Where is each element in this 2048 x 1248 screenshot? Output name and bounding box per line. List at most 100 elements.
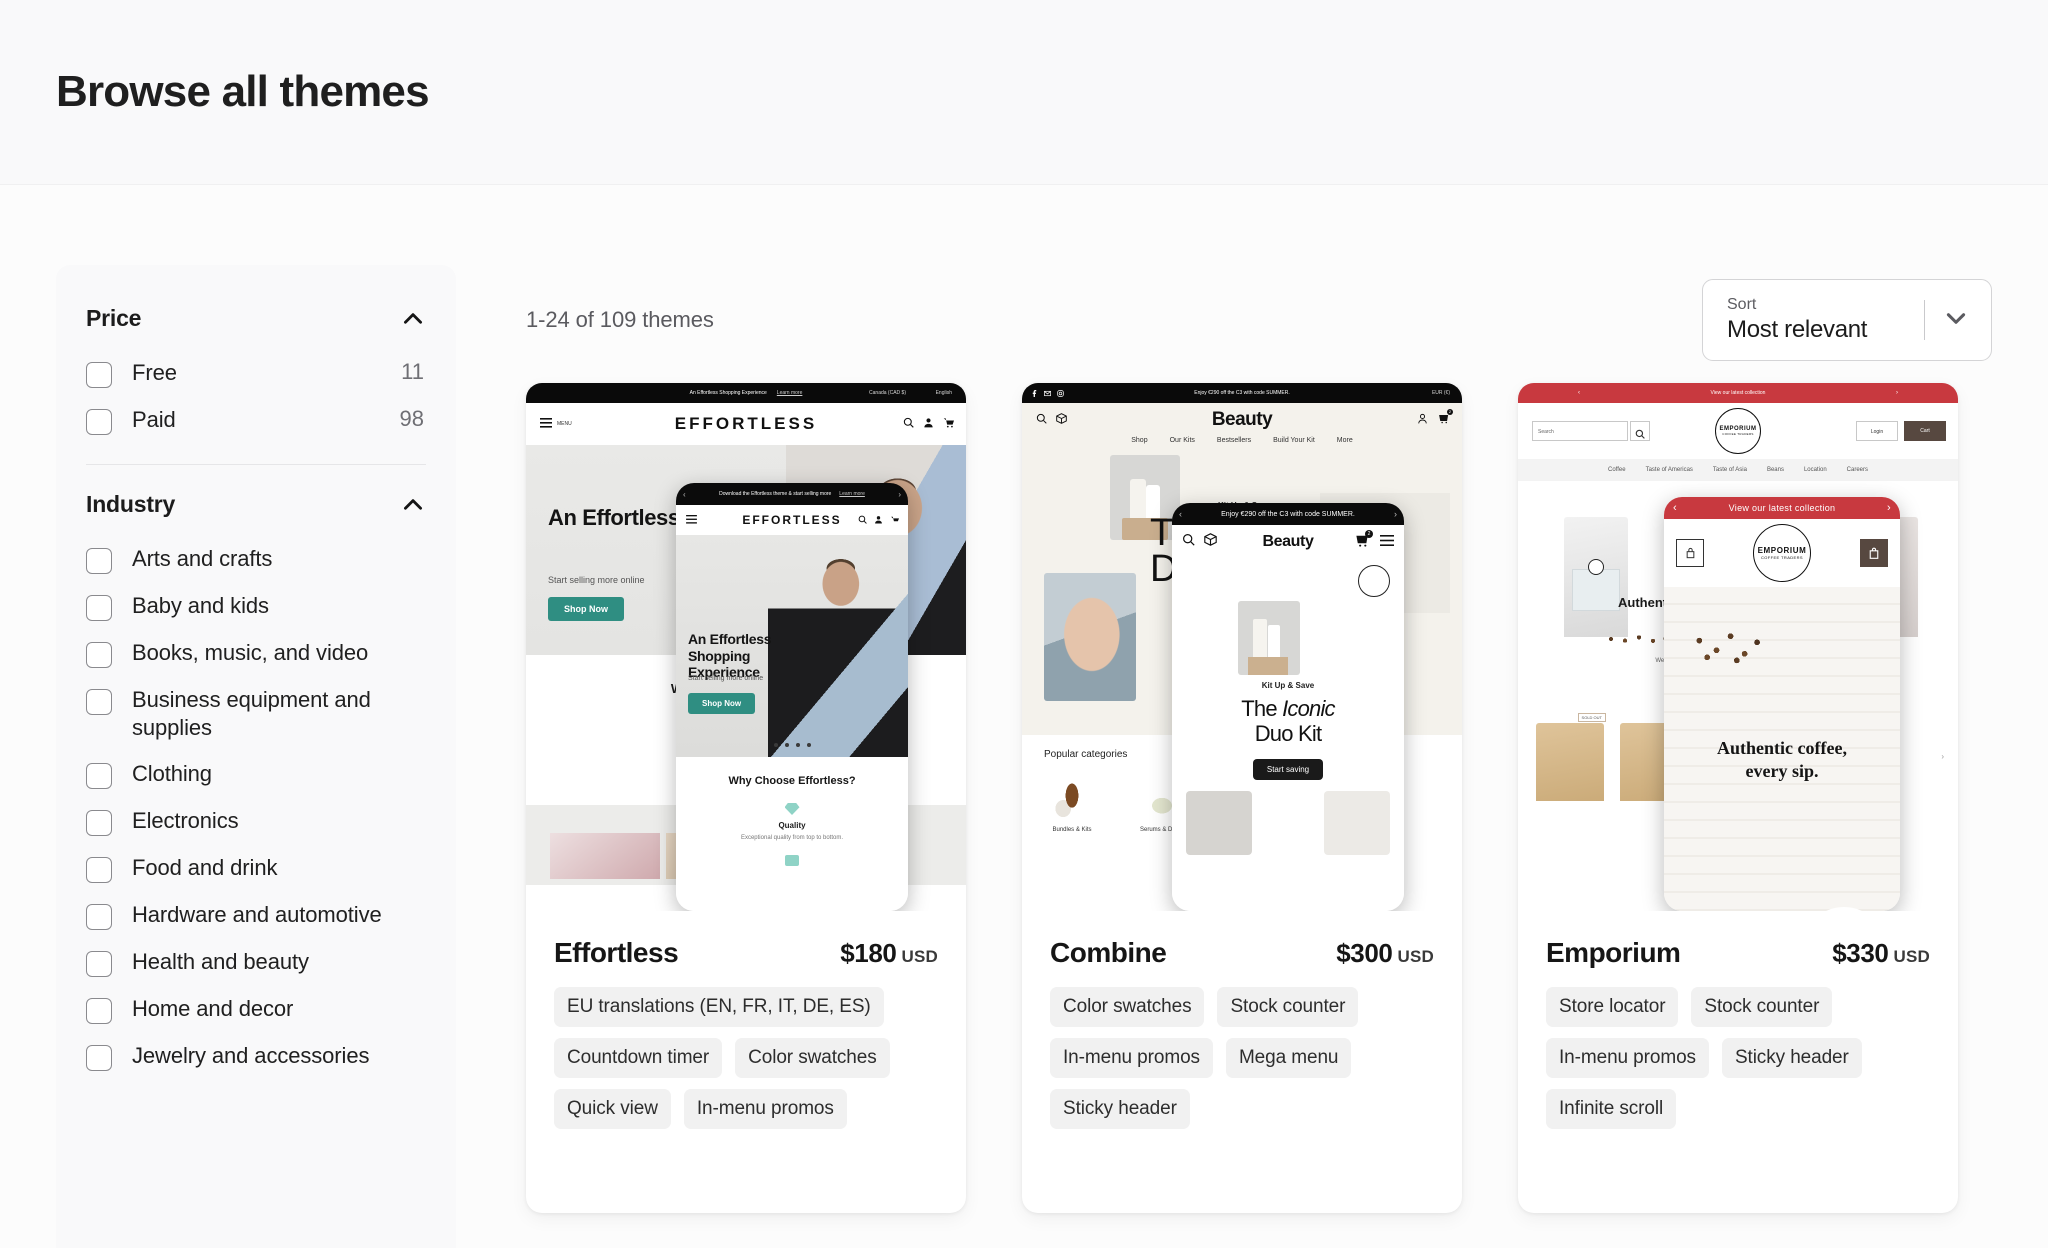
shop-now-button[interactable]: Shop Now [548,597,624,621]
hamburger-icon[interactable] [1380,533,1394,551]
prev-arrow-icon[interactable]: ‹ [1179,509,1182,519]
nav-item[interactable]: Careers [1847,467,1868,473]
checkbox-home-and-decor[interactable] [86,998,112,1025]
filter-option-food-and-drink[interactable]: Food and drink [86,845,426,892]
theme-preview-effortless[interactable]: An Effortless Shopping Experience Learn … [526,383,966,911]
nav-item[interactable]: Build Your Kit [1273,437,1315,444]
feature-chip: Color swatches [1050,987,1205,1027]
nav-item[interactable]: Our Kits [1170,437,1195,444]
sort-select[interactable]: Sort Most relevant [1702,279,1992,361]
search-input[interactable]: Search [1532,421,1628,441]
checkbox-free[interactable] [86,362,112,388]
checkbox-jewelry-and-accessories[interactable] [86,1045,112,1072]
checkbox-baby-and-kids[interactable] [86,595,112,621]
package-icon[interactable] [1204,533,1217,551]
nav-item[interactable]: Taste of Americas [1646,467,1693,473]
search-icon[interactable] [903,415,914,433]
nav-item[interactable]: Bestsellers [1217,437,1251,444]
currency-picker[interactable]: EUR (€) [1432,390,1450,396]
hamburger-icon[interactable] [540,415,552,433]
account-icon[interactable] [874,511,883,529]
checkbox-clothing[interactable] [86,763,112,790]
filter-option-label: Jewelry and accessories [132,1043,370,1069]
email-icon[interactable] [1044,384,1051,402]
next-arrow-icon[interactable]: › [1394,509,1397,519]
search-icon[interactable] [858,511,867,529]
category-item[interactable]: Bundles & Kits [1050,774,1094,833]
mobile-shop-now-button[interactable]: Shop Now [688,693,756,714]
next-arrow-icon[interactable]: › [1887,502,1891,514]
nav-item[interactable]: Location [1804,467,1827,473]
store-logo-title: EMPORIUM [1757,546,1807,555]
nav-item[interactable]: Coffee [1608,467,1626,473]
filter-option-books-music-and-video[interactable]: Books, music, and video [86,630,426,677]
theme-card-combine[interactable]: Enjoy €290 off the C3 with code SUMMER. … [1022,383,1462,1213]
facebook-icon[interactable] [1031,384,1038,402]
feature-chip: EU translations (EN, FR, IT, DE, ES) [554,987,884,1027]
filter-option-business-equipment-and-supplies[interactable]: Business equipment and supplies [86,677,426,751]
nav-item[interactable]: Taste of Asia [1713,467,1747,473]
account-button[interactable] [1676,539,1704,567]
language-picker[interactable]: English [936,390,952,396]
nav-item[interactable]: More [1337,437,1353,444]
announcement-link[interactable]: Learn more [777,390,803,396]
mobile-announcement-link[interactable]: Learn more [839,491,865,497]
filter-group-price-header[interactable]: Price [86,293,426,350]
nav-item[interactable]: Beans [1767,467,1784,473]
carousel-dots[interactable] [676,743,908,747]
product-card[interactable]: SOLD OUT [1536,713,1606,801]
search-icon[interactable] [1182,533,1195,551]
filter-option-clothing[interactable]: Clothing [86,751,426,798]
checkbox-business-equipment-and-supplies[interactable] [86,689,112,715]
prev-arrow-icon[interactable]: ‹ [1578,390,1580,396]
theme-price-group: $300 USD [1336,938,1434,969]
prev-arrow-icon[interactable]: ‹ [1673,502,1677,514]
search-icon[interactable] [1036,411,1047,429]
account-icon[interactable] [923,415,934,433]
filter-option-hardware-and-automotive[interactable]: Hardware and automotive [86,892,426,939]
filter-option-electronics[interactable]: Electronics [86,798,426,845]
theme-preview-combine[interactable]: Enjoy €290 off the C3 with code SUMMER. … [1022,383,1462,911]
cart-icon[interactable] [890,511,899,529]
menu-label[interactable]: MENU [557,421,572,427]
theme-card-info: Combine $300 USD Color swatches Stock cou… [1022,911,1462,1129]
chevron-down-icon[interactable] [1943,305,1969,336]
account-icon[interactable] [1417,411,1428,429]
cart-icon[interactable] [943,415,954,433]
filter-group-industry-header[interactable]: Industry [86,479,426,536]
filter-option-home-and-decor[interactable]: Home and decor [86,986,426,1033]
next-arrow-icon[interactable]: › [1941,752,1944,761]
theme-card-effortless[interactable]: An Effortless Shopping Experience Learn … [526,383,966,1213]
chevron-up-icon[interactable] [400,306,426,332]
filter-option-baby-and-kids[interactable]: Baby and kids [86,583,426,630]
next-arrow-icon[interactable]: › [1896,390,1898,396]
nav-item[interactable]: Shop [1131,437,1147,444]
chevron-up-icon[interactable] [400,492,426,518]
cart-icon[interactable]: 2 [1355,530,1373,552]
instagram-icon[interactable] [1057,384,1064,402]
cart-icon[interactable]: 2 [1438,409,1453,429]
cart-button[interactable] [1860,539,1888,567]
theme-card-emporium[interactable]: ‹ View our latest collection › Search EM… [1518,383,1958,1213]
checkbox-arts-and-crafts[interactable] [86,548,112,574]
filter-option-free[interactable]: Free 11 [86,350,426,397]
hamburger-icon[interactable] [686,511,697,529]
checkbox-books-music-and-video[interactable] [86,642,112,668]
filter-option-paid[interactable]: Paid 98 [86,397,426,444]
login-button[interactable]: Login [1856,421,1898,441]
currency-picker[interactable]: Canada (CAD $) [869,390,906,396]
filter-option-health-and-beauty[interactable]: Health and beauty [86,939,426,986]
start-saving-button[interactable]: Start saving [1252,759,1324,780]
package-icon[interactable] [1056,411,1067,429]
checkbox-paid[interactable] [86,409,112,435]
filter-option-label: Health and beauty [132,949,309,975]
theme-preview-emporium[interactable]: ‹ View our latest collection › Search EM… [1518,383,1958,911]
checkbox-food-and-drink[interactable] [86,857,112,884]
filter-option-arts-and-crafts[interactable]: Arts and crafts [86,536,426,583]
cart-button[interactable]: Cart [1904,421,1946,441]
search-button[interactable] [1630,421,1650,441]
checkbox-health-and-beauty[interactable] [86,951,112,978]
filter-option-jewelry-and-accessories[interactable]: Jewelry and accessories [86,1033,426,1080]
checkbox-hardware-and-automotive[interactable] [86,904,112,931]
checkbox-electronics[interactable] [86,810,112,837]
